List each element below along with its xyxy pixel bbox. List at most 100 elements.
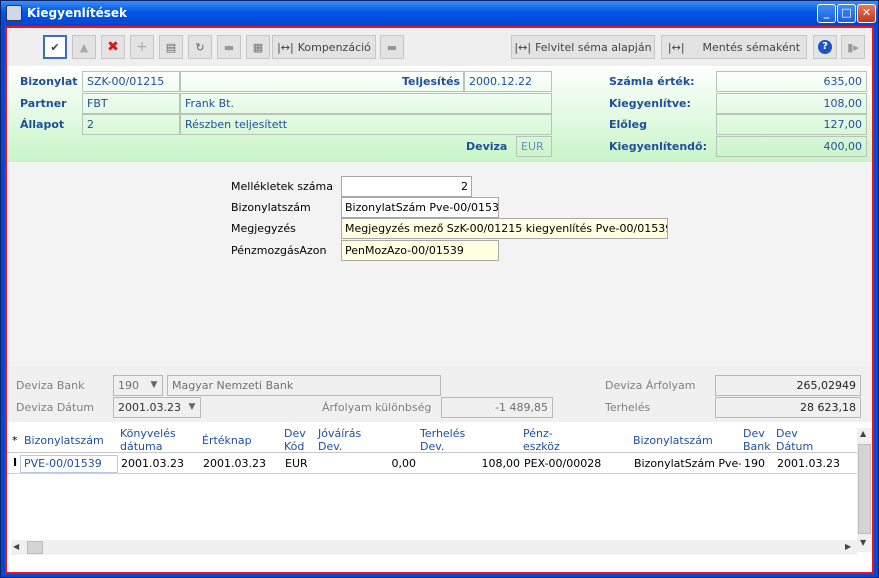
hscroll-thumb[interactable] — [27, 541, 43, 554]
transfer-icon: |↔| — [667, 40, 685, 54]
szamla-ertek-label: Számla érték: — [609, 75, 695, 88]
szamla-ertek-field[interactable]: 635,00 — [716, 71, 867, 92]
header-divider — [7, 452, 857, 453]
print2-button[interactable]: ▬ — [380, 35, 404, 59]
deviza-bank-label: Deviza Bank — [16, 379, 85, 392]
bizonylatszam-field[interactable]: BizonylatSzám Pve-00/01539 — [341, 197, 499, 218]
minimize-button[interactable]: _ — [817, 4, 836, 23]
col-header-dev-bank[interactable]: Dev Bank — [743, 427, 773, 453]
kompenzacio-button[interactable]: |↔| Kompenzáció — [272, 35, 376, 59]
help-button[interactable]: ? — [813, 35, 837, 59]
bank-name-field[interactable]: Magyar Nemzeti Bank — [167, 375, 441, 396]
move-up-button[interactable]: ▲ — [72, 35, 96, 59]
megjegyzes-field[interactable]: Megjegyzés mező SzK-00/01215 kiegyenlíté… — [341, 218, 668, 239]
horizontal-scrollbar[interactable]: ◀ ▶ — [11, 540, 857, 555]
allapot-text-field[interactable]: Részben teljesített — [180, 114, 552, 135]
refresh-button[interactable]: ↻ — [188, 35, 212, 59]
table-row[interactable]: I PVE-00/01539 2001.03.23 2001.03.23 EUR… — [7, 454, 857, 474]
toolbar: ✔ ▲ ✖ + ▤ ↻ ▬ ▦ |↔| Kompenzáció ▬ |↔| Felv… — [7, 28, 872, 66]
scroll-right-icon[interactable]: ▶ — [845, 542, 851, 551]
terheles-field[interactable]: 28 623,18 — [715, 397, 861, 418]
col-header-bizonylatszam[interactable]: Bizonylatszám — [24, 434, 104, 447]
cell-dev-datum[interactable]: 2001.03.23 — [777, 457, 840, 470]
cell-dev-bank[interactable]: 190 — [744, 457, 765, 470]
penzmozgas-label: PénzmozgásAzon — [231, 244, 327, 257]
grid-button[interactable]: ▦ — [246, 35, 270, 59]
exit-icon: ▮▸ — [847, 40, 859, 54]
chevron-down-icon: ▼ — [150, 380, 158, 390]
close-button[interactable]: ✕ — [857, 4, 876, 23]
cell-penzeszkoz[interactable]: PEX-00/00028 — [524, 457, 601, 470]
allapot-code-field[interactable]: 2 — [82, 114, 180, 135]
col-header-dev-datum[interactable]: Dev Dátum — [776, 427, 816, 453]
mentes-button[interactable]: |↔| Mentés sémaként — [661, 35, 807, 59]
scroll-up-icon[interactable]: ▲ — [860, 429, 866, 438]
col-header-terheles[interactable]: Terhelés Dev. — [420, 427, 480, 453]
new-row-marker: * — [12, 434, 18, 447]
plus-icon: + — [136, 39, 148, 55]
vertical-scrollbar[interactable]: ▲ ▼ — [857, 428, 872, 552]
currency-panel: Deviza Bank 190 ▼ Magyar Nemzeti Bank Dev… — [7, 366, 872, 422]
maximize-button[interactable]: □ — [837, 4, 856, 23]
save-button[interactable]: ✔ — [43, 35, 67, 59]
partner-label: Partner — [20, 97, 67, 110]
datum-dropdown[interactable]: 2001.03.23 ▼ — [113, 397, 201, 418]
partner-code-field[interactable]: FBT — [82, 93, 180, 114]
title-bar: Kiegyenlítések _ □ ✕ — [1, 1, 878, 25]
bizonylat-field[interactable]: SZK-00/01215 — [82, 71, 180, 92]
deviza-arfolyam-field[interactable]: 265,02949 — [715, 375, 861, 396]
cell-erteknap[interactable]: 2001.03.23 — [203, 457, 266, 470]
add-button[interactable]: + — [130, 35, 154, 59]
printer-icon: ▬ — [386, 40, 398, 54]
refresh-icon: ↻ — [195, 40, 205, 54]
cell-bizonylatszam[interactable]: PVE-00/01539 — [20, 455, 118, 473]
col-header-jovairas[interactable]: Jóváírás Dev. — [318, 427, 378, 453]
cell-dev-kod[interactable]: EUR — [285, 457, 308, 470]
transfer-icon: |↔| — [277, 40, 294, 54]
deviza-arfolyam-label: Deviza Árfolyam — [605, 379, 696, 392]
kiegyenlitve-field[interactable]: 108,00 — [716, 93, 867, 114]
delete-icon: ✖ — [107, 39, 119, 55]
app-icon — [6, 5, 22, 21]
scroll-left-icon[interactable]: ◀ — [13, 542, 19, 551]
exit-button[interactable]: ▮▸ — [841, 35, 865, 59]
window: Kiegyenlítések _ □ ✕ ✔ ▲ ✖ + ▤ ↻ ▬ ▦ |↔|… — [0, 0, 879, 578]
bank-code-dropdown[interactable]: 190 ▼ — [113, 375, 163, 396]
deviza-label: Deviza — [466, 140, 508, 153]
printer-icon: ▬ — [223, 40, 235, 54]
mellekletek-field[interactable]: 2 — [341, 176, 472, 197]
kiegyenlitve-label: Kiegyenlítve: — [609, 97, 691, 110]
megjegyzes-label: Megjegyzés — [231, 222, 296, 235]
cell-terheles[interactable]: 108,00 — [420, 457, 521, 470]
col-header-erteknap[interactable]: Értéknap — [202, 434, 252, 447]
arrow-up-icon: ▲ — [79, 40, 89, 54]
cell-bizonylatszam2[interactable]: BizonylatSzám Pve-00/01539 — [634, 457, 741, 470]
teljesites-label: Teljesítés — [402, 75, 461, 88]
eloleg-field[interactable]: 127,00 — [716, 114, 867, 135]
col-header-dev-kod[interactable]: Dev Kód — [284, 427, 312, 453]
delete-button[interactable]: ✖ — [101, 35, 125, 59]
col-header-bizonylatszam2[interactable]: Bizonylatszám — [633, 434, 713, 447]
teljesites-field[interactable]: 2000.12.22 — [464, 71, 552, 92]
eloleg-label: Előleg — [609, 118, 647, 131]
deviza-datum-label: Deviza Dátum — [16, 401, 95, 414]
scroll-down-icon[interactable]: ▼ — [860, 538, 866, 547]
penzmozgas-field[interactable]: PenMozAzo-00/01539 — [341, 240, 499, 261]
grid-icon: ▦ — [252, 40, 264, 54]
col-header-penzeszkoz[interactable]: Pénz- eszköz — [523, 427, 567, 453]
arfolyam-kul-field[interactable]: -1 489,85 — [441, 397, 553, 418]
cell-konyveles[interactable]: 2001.03.23 — [121, 457, 184, 470]
kiegyenlitendo-field[interactable]: 400,00 — [716, 136, 867, 157]
client-area: ✔ ▲ ✖ + ▤ ↻ ▬ ▦ |↔| Kompenzáció ▬ |↔| Felv… — [5, 26, 874, 574]
felvitel-button[interactable]: |↔| Felvitel séma alapján — [511, 35, 655, 59]
scroll-thumb[interactable] — [858, 444, 871, 534]
print-button[interactable]: ▬ — [217, 35, 241, 59]
allapot-label: Állapot — [20, 118, 65, 131]
partner-name-field[interactable]: Frank Bt. — [180, 93, 552, 114]
row-cursor: I — [13, 456, 18, 469]
deviza-field[interactable]: EUR — [516, 136, 552, 157]
col-header-konyveles[interactable]: Könyvelés dátuma — [120, 427, 180, 453]
checkmark-icon: ✔ — [50, 40, 60, 54]
copy-button[interactable]: ▤ — [159, 35, 183, 59]
cell-jovairas[interactable]: 0,00 — [318, 457, 417, 470]
